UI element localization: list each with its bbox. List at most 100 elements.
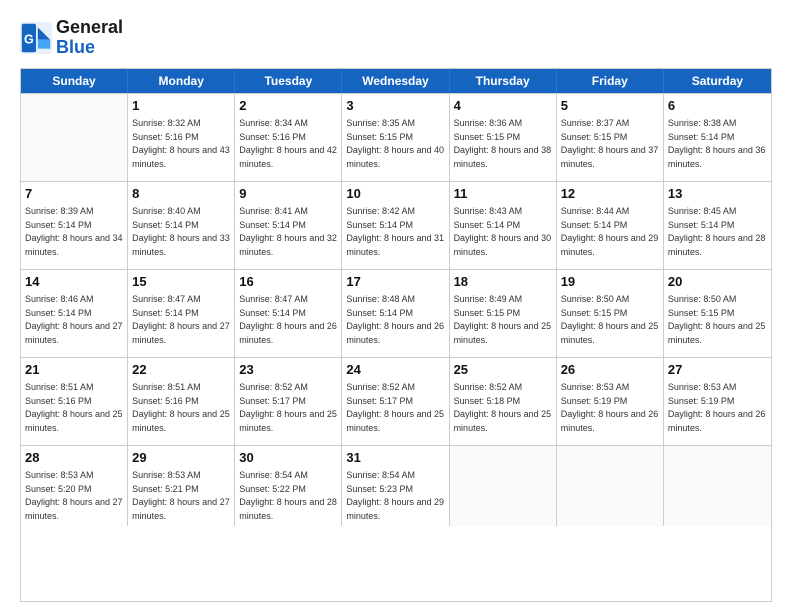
logo: G General Blue	[20, 18, 123, 58]
calendar-body: 1Sunrise: 8:32 AMSunset: 5:16 PMDaylight…	[21, 93, 771, 527]
day-cell-14: 14Sunrise: 8:46 AMSunset: 5:14 PMDayligh…	[21, 270, 128, 357]
cell-info: Sunrise: 8:35 AMSunset: 5:15 PMDaylight:…	[346, 117, 444, 171]
day-cell-7: 7Sunrise: 8:39 AMSunset: 5:14 PMDaylight…	[21, 182, 128, 269]
day-number: 20	[668, 273, 767, 292]
cell-info: Sunrise: 8:47 AMSunset: 5:14 PMDaylight:…	[239, 293, 337, 347]
day-cell-25: 25Sunrise: 8:52 AMSunset: 5:18 PMDayligh…	[450, 358, 557, 445]
week-row-5: 28Sunrise: 8:53 AMSunset: 5:20 PMDayligh…	[21, 445, 771, 527]
day-number: 6	[668, 97, 767, 116]
day-header-friday: Friday	[557, 69, 664, 93]
day-header-saturday: Saturday	[664, 69, 771, 93]
day-number: 26	[561, 361, 659, 380]
day-cell-3: 3Sunrise: 8:35 AMSunset: 5:15 PMDaylight…	[342, 94, 449, 181]
week-row-2: 7Sunrise: 8:39 AMSunset: 5:14 PMDaylight…	[21, 181, 771, 269]
week-row-3: 14Sunrise: 8:46 AMSunset: 5:14 PMDayligh…	[21, 269, 771, 357]
empty-cell	[664, 446, 771, 527]
day-cell-17: 17Sunrise: 8:48 AMSunset: 5:14 PMDayligh…	[342, 270, 449, 357]
day-number: 30	[239, 449, 337, 468]
day-cell-30: 30Sunrise: 8:54 AMSunset: 5:22 PMDayligh…	[235, 446, 342, 527]
day-cell-9: 9Sunrise: 8:41 AMSunset: 5:14 PMDaylight…	[235, 182, 342, 269]
week-row-4: 21Sunrise: 8:51 AMSunset: 5:16 PMDayligh…	[21, 357, 771, 445]
cell-info: Sunrise: 8:45 AMSunset: 5:14 PMDaylight:…	[668, 205, 767, 259]
cell-info: Sunrise: 8:53 AMSunset: 5:19 PMDaylight:…	[561, 381, 659, 435]
cell-info: Sunrise: 8:50 AMSunset: 5:15 PMDaylight:…	[561, 293, 659, 347]
day-cell-12: 12Sunrise: 8:44 AMSunset: 5:14 PMDayligh…	[557, 182, 664, 269]
day-number: 8	[132, 185, 230, 204]
day-cell-6: 6Sunrise: 8:38 AMSunset: 5:14 PMDaylight…	[664, 94, 771, 181]
day-cell-16: 16Sunrise: 8:47 AMSunset: 5:14 PMDayligh…	[235, 270, 342, 357]
logo-icon: G	[20, 22, 52, 54]
day-cell-26: 26Sunrise: 8:53 AMSunset: 5:19 PMDayligh…	[557, 358, 664, 445]
day-cell-22: 22Sunrise: 8:51 AMSunset: 5:16 PMDayligh…	[128, 358, 235, 445]
week-row-1: 1Sunrise: 8:32 AMSunset: 5:16 PMDaylight…	[21, 93, 771, 181]
day-number: 11	[454, 185, 552, 204]
day-number: 16	[239, 273, 337, 292]
day-number: 2	[239, 97, 337, 116]
day-number: 17	[346, 273, 444, 292]
page: G General Blue SundayMondayTuesdayWednes…	[0, 0, 792, 612]
cell-info: Sunrise: 8:52 AMSunset: 5:17 PMDaylight:…	[346, 381, 444, 435]
day-header-sunday: Sunday	[21, 69, 128, 93]
empty-cell	[557, 446, 664, 527]
cell-info: Sunrise: 8:53 AMSunset: 5:21 PMDaylight:…	[132, 469, 230, 523]
svg-text:G: G	[24, 32, 34, 46]
cell-info: Sunrise: 8:37 AMSunset: 5:15 PMDaylight:…	[561, 117, 659, 171]
calendar-header: SundayMondayTuesdayWednesdayThursdayFrid…	[21, 69, 771, 93]
day-number: 13	[668, 185, 767, 204]
day-number: 18	[454, 273, 552, 292]
cell-info: Sunrise: 8:39 AMSunset: 5:14 PMDaylight:…	[25, 205, 123, 259]
cell-info: Sunrise: 8:52 AMSunset: 5:17 PMDaylight:…	[239, 381, 337, 435]
day-cell-8: 8Sunrise: 8:40 AMSunset: 5:14 PMDaylight…	[128, 182, 235, 269]
logo-blue: Blue	[56, 37, 95, 57]
cell-info: Sunrise: 8:50 AMSunset: 5:15 PMDaylight:…	[668, 293, 767, 347]
day-number: 25	[454, 361, 552, 380]
day-number: 7	[25, 185, 123, 204]
cell-info: Sunrise: 8:47 AMSunset: 5:14 PMDaylight:…	[132, 293, 230, 347]
day-number: 21	[25, 361, 123, 380]
day-cell-18: 18Sunrise: 8:49 AMSunset: 5:15 PMDayligh…	[450, 270, 557, 357]
cell-info: Sunrise: 8:43 AMSunset: 5:14 PMDaylight:…	[454, 205, 552, 259]
day-cell-24: 24Sunrise: 8:52 AMSunset: 5:17 PMDayligh…	[342, 358, 449, 445]
logo-text: General Blue	[56, 18, 123, 58]
day-cell-15: 15Sunrise: 8:47 AMSunset: 5:14 PMDayligh…	[128, 270, 235, 357]
empty-cell	[21, 94, 128, 181]
day-cell-20: 20Sunrise: 8:50 AMSunset: 5:15 PMDayligh…	[664, 270, 771, 357]
day-header-wednesday: Wednesday	[342, 69, 449, 93]
day-number: 22	[132, 361, 230, 380]
day-cell-29: 29Sunrise: 8:53 AMSunset: 5:21 PMDayligh…	[128, 446, 235, 527]
day-number: 3	[346, 97, 444, 116]
cell-info: Sunrise: 8:53 AMSunset: 5:20 PMDaylight:…	[25, 469, 123, 523]
cell-info: Sunrise: 8:52 AMSunset: 5:18 PMDaylight:…	[454, 381, 552, 435]
day-cell-23: 23Sunrise: 8:52 AMSunset: 5:17 PMDayligh…	[235, 358, 342, 445]
day-cell-13: 13Sunrise: 8:45 AMSunset: 5:14 PMDayligh…	[664, 182, 771, 269]
cell-info: Sunrise: 8:41 AMSunset: 5:14 PMDaylight:…	[239, 205, 337, 259]
day-number: 4	[454, 97, 552, 116]
day-number: 31	[346, 449, 444, 468]
day-header-thursday: Thursday	[450, 69, 557, 93]
day-cell-4: 4Sunrise: 8:36 AMSunset: 5:15 PMDaylight…	[450, 94, 557, 181]
day-number: 23	[239, 361, 337, 380]
calendar: SundayMondayTuesdayWednesdayThursdayFrid…	[20, 68, 772, 602]
day-number: 9	[239, 185, 337, 204]
day-number: 29	[132, 449, 230, 468]
header: G General Blue	[20, 18, 772, 58]
cell-info: Sunrise: 8:40 AMSunset: 5:14 PMDaylight:…	[132, 205, 230, 259]
cell-info: Sunrise: 8:38 AMSunset: 5:14 PMDaylight:…	[668, 117, 767, 171]
cell-info: Sunrise: 8:34 AMSunset: 5:16 PMDaylight:…	[239, 117, 337, 171]
day-number: 12	[561, 185, 659, 204]
day-header-tuesday: Tuesday	[235, 69, 342, 93]
day-cell-31: 31Sunrise: 8:54 AMSunset: 5:23 PMDayligh…	[342, 446, 449, 527]
cell-info: Sunrise: 8:46 AMSunset: 5:14 PMDaylight:…	[25, 293, 123, 347]
logo-general: General	[56, 17, 123, 37]
cell-info: Sunrise: 8:54 AMSunset: 5:22 PMDaylight:…	[239, 469, 337, 523]
cell-info: Sunrise: 8:48 AMSunset: 5:14 PMDaylight:…	[346, 293, 444, 347]
day-cell-27: 27Sunrise: 8:53 AMSunset: 5:19 PMDayligh…	[664, 358, 771, 445]
day-cell-1: 1Sunrise: 8:32 AMSunset: 5:16 PMDaylight…	[128, 94, 235, 181]
cell-info: Sunrise: 8:49 AMSunset: 5:15 PMDaylight:…	[454, 293, 552, 347]
day-cell-5: 5Sunrise: 8:37 AMSunset: 5:15 PMDaylight…	[557, 94, 664, 181]
cell-info: Sunrise: 8:53 AMSunset: 5:19 PMDaylight:…	[668, 381, 767, 435]
day-number: 24	[346, 361, 444, 380]
cell-info: Sunrise: 8:42 AMSunset: 5:14 PMDaylight:…	[346, 205, 444, 259]
day-number: 19	[561, 273, 659, 292]
cell-info: Sunrise: 8:54 AMSunset: 5:23 PMDaylight:…	[346, 469, 444, 523]
